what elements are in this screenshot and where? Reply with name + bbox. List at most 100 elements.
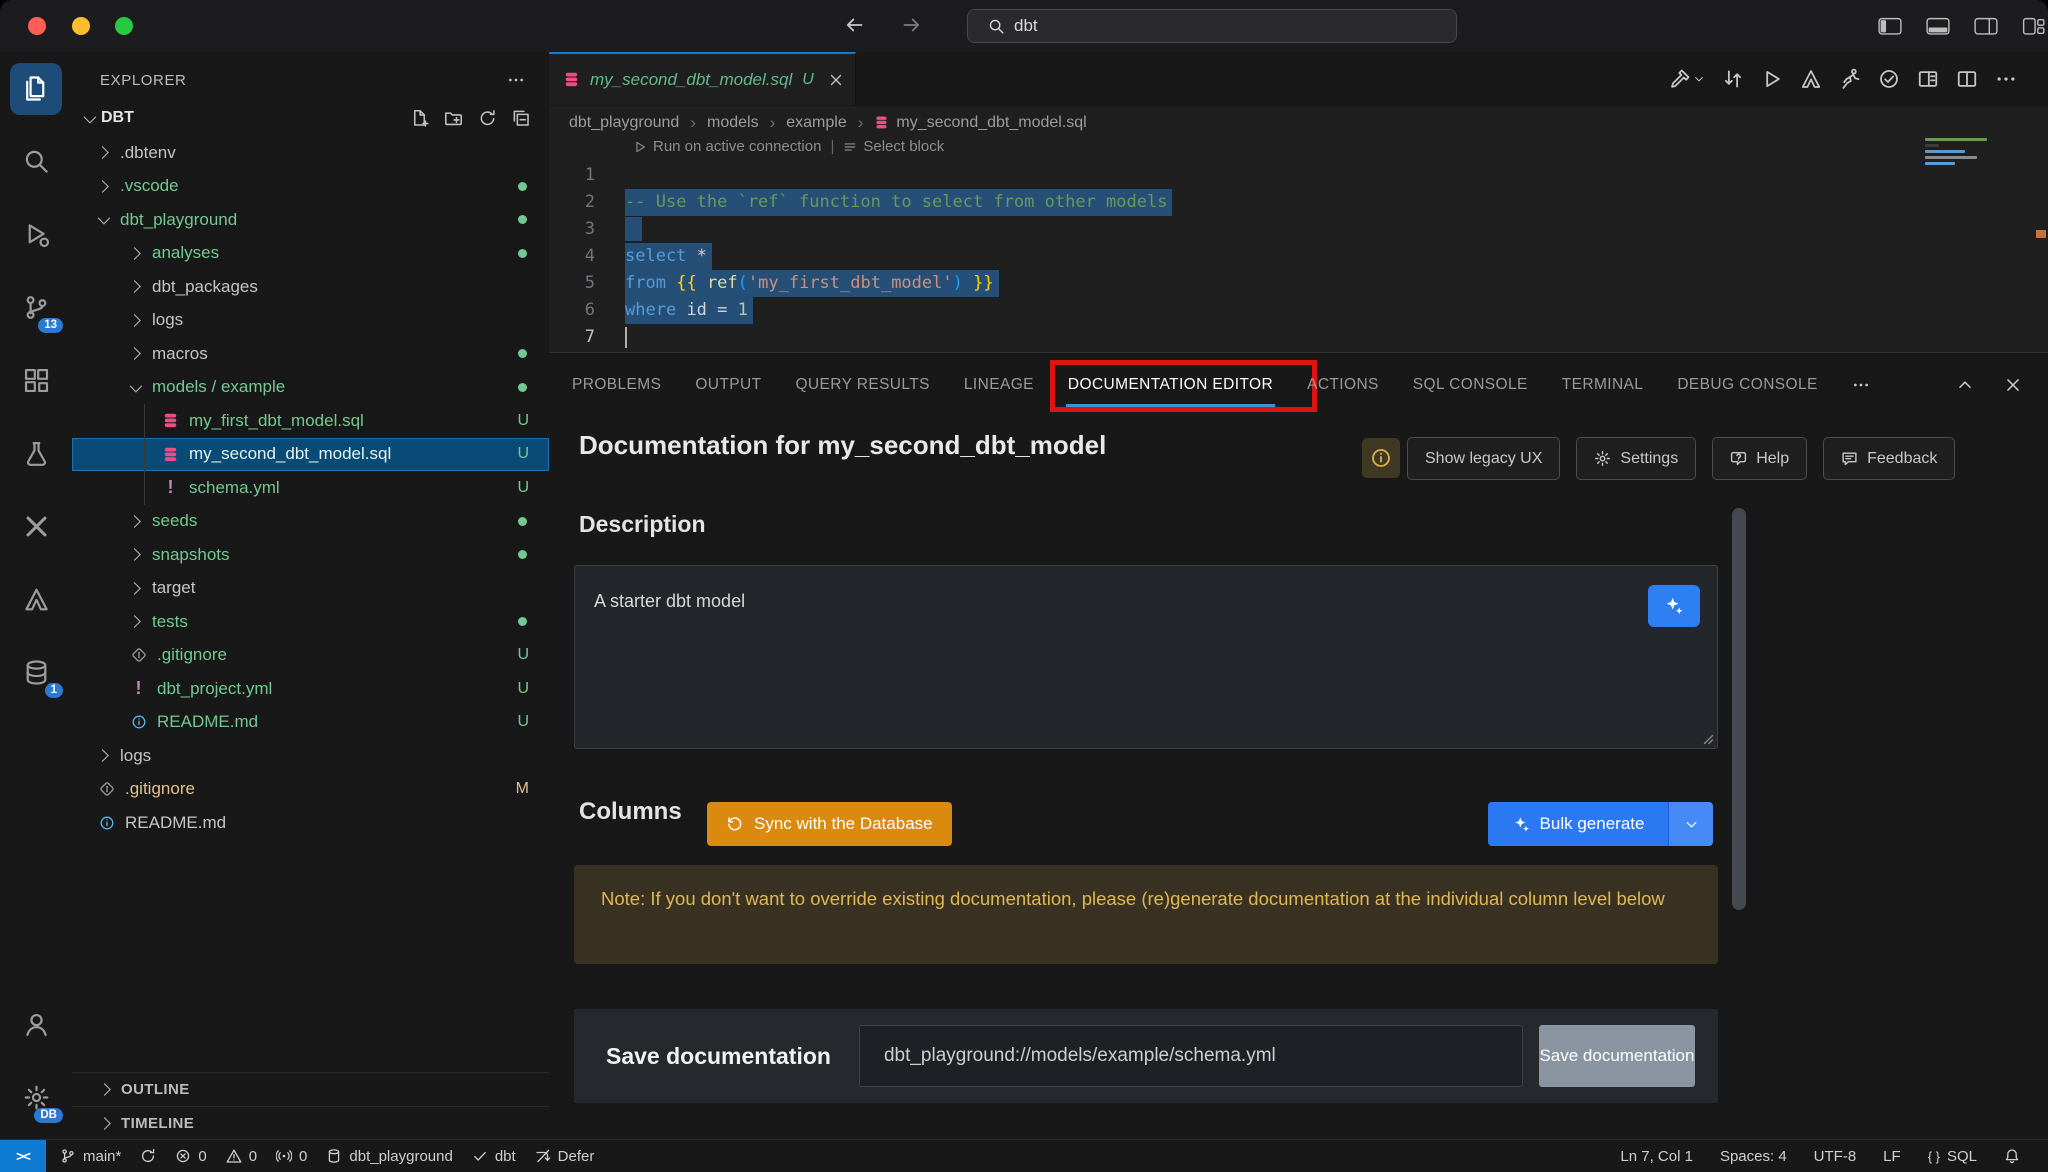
breadcrumb-item[interactable]: dbt_playground — [569, 114, 679, 132]
tree-item-readme-md[interactable]: README.md — [72, 806, 549, 840]
activity-item-altimate[interactable] — [0, 563, 72, 636]
tree-item-macros[interactable]: macros — [72, 337, 549, 371]
description-textarea[interactable]: A starter dbt model — [574, 565, 1718, 749]
minimize-window-button[interactable] — [72, 17, 90, 35]
status-0[interactable]: 0 — [226, 1148, 257, 1165]
execute-runner-button[interactable] — [1839, 68, 1861, 90]
show-legacy-ux-button[interactable]: Show legacy UX — [1407, 437, 1560, 480]
activity-item-source-control[interactable]: 13 — [0, 271, 72, 344]
ai-generate-button[interactable] — [1648, 585, 1700, 627]
activity-item-run-debug[interactable] — [0, 198, 72, 271]
tree-item-dbt-project-yml[interactable]: !dbt_project.ymlU — [72, 672, 549, 706]
compare-changes-button[interactable] — [1722, 68, 1744, 90]
test-check-button[interactable] — [1878, 68, 1900, 90]
panel-tab-terminal[interactable]: TERMINAL — [1562, 376, 1644, 394]
command-center-search[interactable]: dbt — [967, 9, 1457, 43]
panel-more-tabs-button[interactable] — [1852, 376, 1870, 394]
tree-item-logs[interactable]: logs — [72, 739, 549, 773]
status-dbt[interactable]: dbt — [472, 1148, 516, 1165]
status-dbt-playground[interactable]: dbt_playground — [326, 1148, 452, 1165]
settings-button[interactable]: Settings — [1576, 437, 1696, 480]
breadcrumb-item[interactable]: models — [707, 114, 759, 132]
status-ln-7-col-1[interactable]: Ln 7, Col 1 — [1620, 1148, 1693, 1165]
panel-tab-lineage[interactable]: LINEAGE — [964, 376, 1034, 394]
sidebar-more-icon[interactable] — [507, 71, 525, 89]
toggle-primary-sidebar-icon[interactable] — [1878, 17, 1902, 36]
activity-item-accounts[interactable] — [0, 988, 72, 1061]
new-file-icon[interactable] — [410, 109, 429, 128]
tree-item-readme-md[interactable]: README.mdU — [72, 706, 549, 740]
tree-item-dbt-playground[interactable]: dbt_playground — [72, 203, 549, 237]
tree-item--dbtenv[interactable]: .dbtenv — [72, 136, 549, 170]
save-documentation-button[interactable]: Save documentation — [1539, 1025, 1695, 1087]
minimap[interactable] — [1925, 138, 2015, 168]
status-main-[interactable]: main* — [60, 1148, 121, 1165]
refresh-icon[interactable] — [478, 109, 497, 128]
panel-tab-output[interactable]: OUTPUT — [695, 376, 761, 394]
breadcrumb-item[interactable]: my_second_dbt_model.sql — [874, 114, 1086, 132]
tree-item-schema-yml[interactable]: !schema.ymlU — [72, 471, 549, 505]
save-path-input[interactable]: dbt_playground://models/example/schema.y… — [859, 1025, 1523, 1087]
status-defer[interactable]: Defer — [535, 1148, 595, 1165]
tree-item-my-first-dbt-model-sql[interactable]: my_first_dbt_model.sqlU — [72, 404, 549, 438]
status-utf-8[interactable]: UTF-8 — [1814, 1148, 1857, 1165]
panel-tab-debug-console[interactable]: DEBUG CONSOLE — [1677, 376, 1817, 394]
new-folder-icon[interactable] — [444, 109, 463, 128]
tree-item-target[interactable]: target — [72, 572, 549, 606]
section-dbt[interactable]: DBT — [72, 100, 549, 136]
layout-columns-button[interactable] — [1917, 68, 1939, 90]
tree-item--gitignore[interactable]: .gitignoreU — [72, 639, 549, 673]
breadcrumb-item[interactable]: example — [786, 114, 846, 132]
close-window-button[interactable] — [28, 17, 46, 35]
tree-item-seeds[interactable]: seeds — [72, 505, 549, 539]
breadcrumb[interactable]: dbt_playground›models›example›my_second_… — [549, 106, 2048, 139]
panel-scrollbar[interactable] — [1732, 508, 1746, 910]
status-sql[interactable]: { }SQL — [1928, 1148, 1977, 1165]
status-spaces-4[interactable]: Spaces: 4 — [1720, 1148, 1787, 1165]
help-button[interactable]: Help — [1712, 437, 1807, 480]
activity-item-testing[interactable] — [0, 417, 72, 490]
maximize-panel-icon[interactable] — [1956, 376, 1974, 394]
tree-item-my-second-dbt-model-sql[interactable]: my_second_dbt_model.sqlU — [72, 438, 549, 472]
codelens-select-block[interactable]: Select block — [843, 138, 944, 155]
close-panel-icon[interactable] — [2004, 376, 2022, 394]
history-back-button[interactable] — [843, 14, 865, 36]
panel-tab-problems[interactable]: PROBLEMS — [572, 376, 661, 394]
bulk-generate-button[interactable]: Bulk generate — [1488, 802, 1668, 846]
altimate-button[interactable] — [1800, 68, 1822, 90]
feedback-button[interactable]: Feedback — [1823, 437, 1955, 480]
activity-item-extensions[interactable] — [0, 344, 72, 417]
tree-item-logs[interactable]: logs — [72, 304, 549, 338]
bulk-generate-dropdown[interactable] — [1668, 802, 1713, 846]
panel-tab-documentation-editor[interactable]: DOCUMENTATION EDITOR — [1068, 376, 1273, 394]
status-bell[interactable] — [2004, 1148, 2020, 1164]
tree-item--vscode[interactable]: .vscode — [72, 170, 549, 204]
status-lf[interactable]: LF — [1883, 1148, 1901, 1165]
sync-with-database-button[interactable]: Sync with the Database — [707, 802, 952, 846]
codelens-run-on-active-connection[interactable]: Run on active connection — [633, 138, 821, 155]
tree-item-models-example[interactable]: models / example — [72, 371, 549, 405]
tree-item-analyses[interactable]: analyses — [72, 237, 549, 271]
more-actions-button[interactable] — [1995, 68, 2017, 90]
codelens[interactable]: Run on active connection|Select block — [633, 138, 944, 155]
tree-item-tests[interactable]: tests — [72, 605, 549, 639]
activity-item-database[interactable]: 1 — [0, 636, 72, 709]
panel-tab-query-results[interactable]: QUERY RESULTS — [795, 376, 929, 394]
history-forward-button[interactable] — [901, 14, 923, 36]
sidebar-section-timeline[interactable]: TIMELINE — [72, 1106, 549, 1140]
split-editor-button[interactable] — [1956, 68, 1978, 90]
customize-layout-icon[interactable] — [2022, 17, 2046, 36]
run-model-button[interactable] — [1761, 68, 1783, 90]
status-sync[interactable] — [140, 1148, 156, 1164]
resize-handle[interactable] — [1703, 734, 1714, 745]
tree-item-snapshots[interactable]: snapshots — [72, 538, 549, 572]
collapse-all-icon[interactable] — [512, 109, 531, 128]
activity-item-settings[interactable]: DB — [0, 1061, 72, 1134]
tab-my-second-dbt-model[interactable]: my_second_dbt_model.sql U — [549, 52, 856, 105]
panel-tab-actions[interactable]: ACTIONS — [1307, 376, 1379, 394]
activity-item-dbt-power-user[interactable] — [0, 490, 72, 563]
activity-item-search[interactable] — [0, 125, 72, 198]
info-icon-button[interactable] — [1362, 438, 1400, 478]
status-0[interactable]: 0 — [276, 1148, 307, 1165]
tree-item--gitignore[interactable]: .gitignoreM — [72, 773, 549, 807]
